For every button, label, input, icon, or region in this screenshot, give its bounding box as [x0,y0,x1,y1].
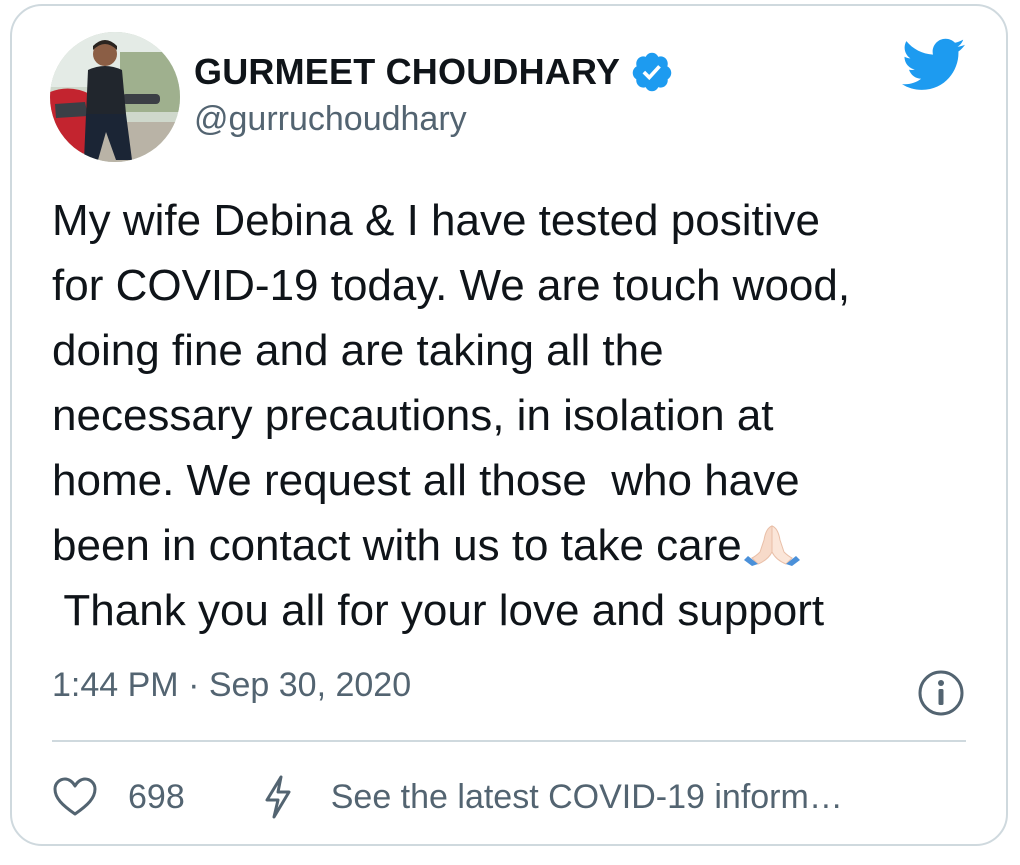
author-handle[interactable]: @gurruchoudhary [194,100,467,139]
folded-hands-emoji-icon [742,519,802,566]
like-count[interactable]: 698 [128,778,185,817]
display-name[interactable]: GURMEET CHOUDHARY [194,51,620,93]
avatar[interactable] [50,32,180,162]
heart-icon[interactable] [52,776,98,818]
tweet-text-line: been in contact with us to take care [52,521,742,570]
twitter-bird-icon[interactable] [901,38,966,92]
covid-info-link[interactable]: See the latest COVID-19 inform… [331,778,843,817]
tweet-text-line-with-emoji: been in contact with us to take care [52,513,982,578]
tweet-actions: 698 See the latest COVID-19 inform… [52,774,843,820]
info-icon[interactable] [916,668,966,718]
tweet-card: GURMEET CHOUDHARY @gurruchoudhary My wif… [10,4,1008,846]
tweet-text: My wife Debina & I have tested positive … [52,188,982,643]
tweet-text-line: doing fine and are taking all the [52,326,664,375]
lightning-bolt-icon[interactable] [261,774,295,820]
author-name-row[interactable]: GURMEET CHOUDHARY [194,50,674,94]
tweet-timestamp[interactable]: 1:44 PM · Sep 30, 2020 [52,666,411,705]
avatar-photo [50,32,180,162]
divider [52,740,966,742]
tweet-text-line: home. We request all those who have [52,456,800,505]
tweet-text-line: Thank you all for your love and support [52,586,825,635]
tweet-text-line: necessary precautions, in isolation at [52,391,774,440]
verified-badge-icon [630,50,674,94]
tweet-text-line: My wife Debina & I have tested positive [52,196,820,245]
tweet-text-line: for COVID-19 today. We are touch wood, [52,261,851,310]
